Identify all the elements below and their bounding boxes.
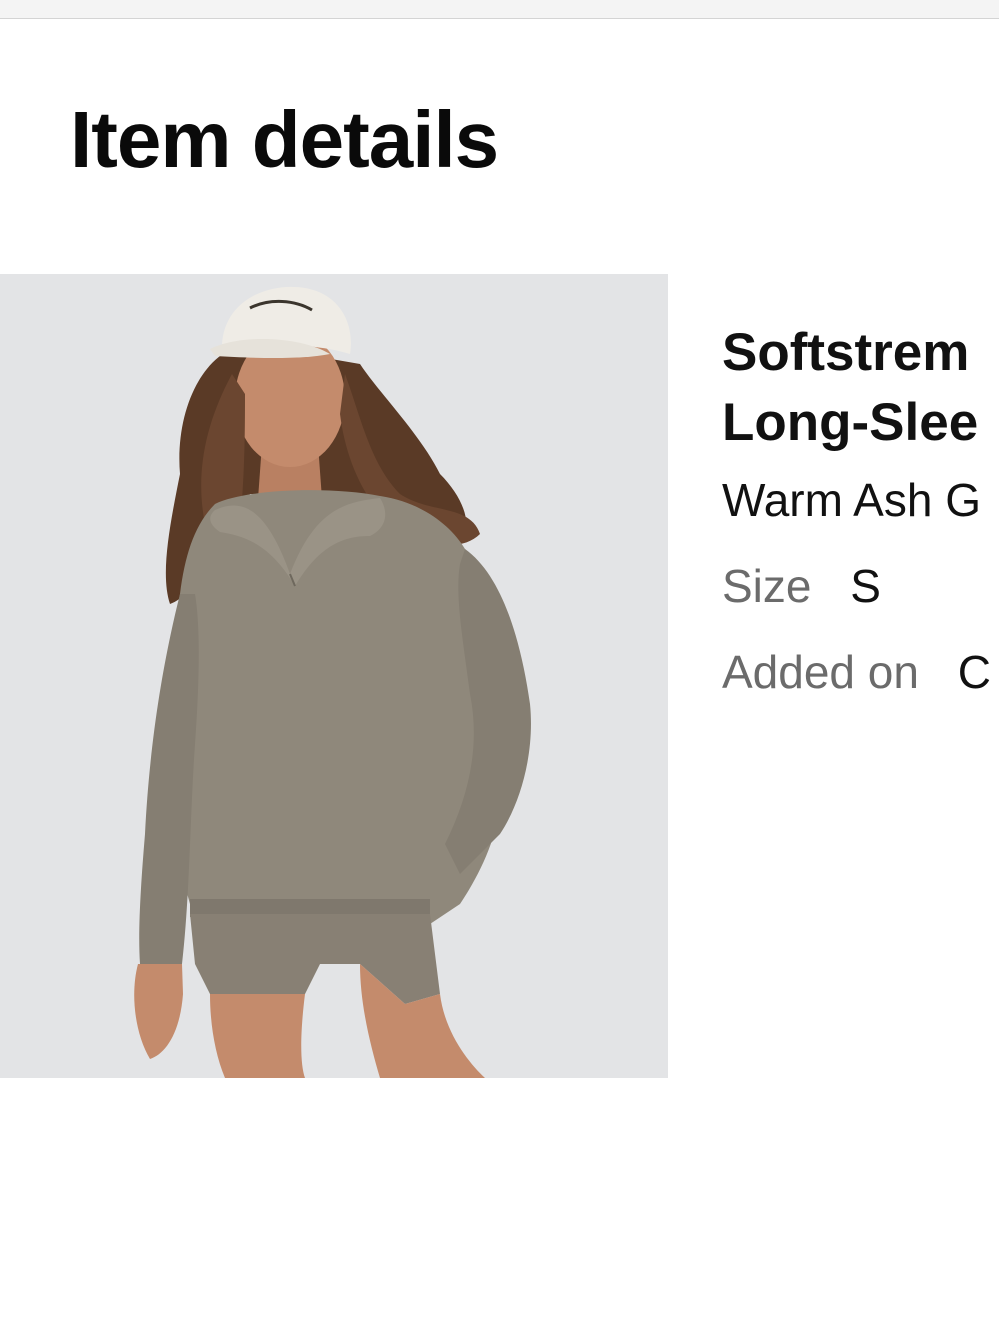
- top-divider: [0, 0, 999, 19]
- product-photo-illustration: [0, 274, 668, 1078]
- size-row: Size S: [722, 558, 999, 614]
- size-value: S: [850, 560, 881, 612]
- product-image[interactable]: [0, 274, 668, 1078]
- page-title: Item details: [70, 95, 499, 184]
- item-details-panel: Softstrem Long-Slee Warm Ash G Size S Ad…: [722, 318, 999, 700]
- added-on-value: C: [957, 646, 991, 698]
- added-on-row: Added on C: [722, 644, 999, 700]
- product-name[interactable]: Softstrem Long-Slee: [722, 318, 999, 458]
- product-name-line-2: Long-Slee: [722, 393, 979, 452]
- added-on-label: Added on: [722, 646, 919, 698]
- product-name-line-1: Softstrem: [722, 323, 970, 382]
- size-label: Size: [722, 560, 812, 612]
- product-color: Warm Ash G: [722, 474, 981, 526]
